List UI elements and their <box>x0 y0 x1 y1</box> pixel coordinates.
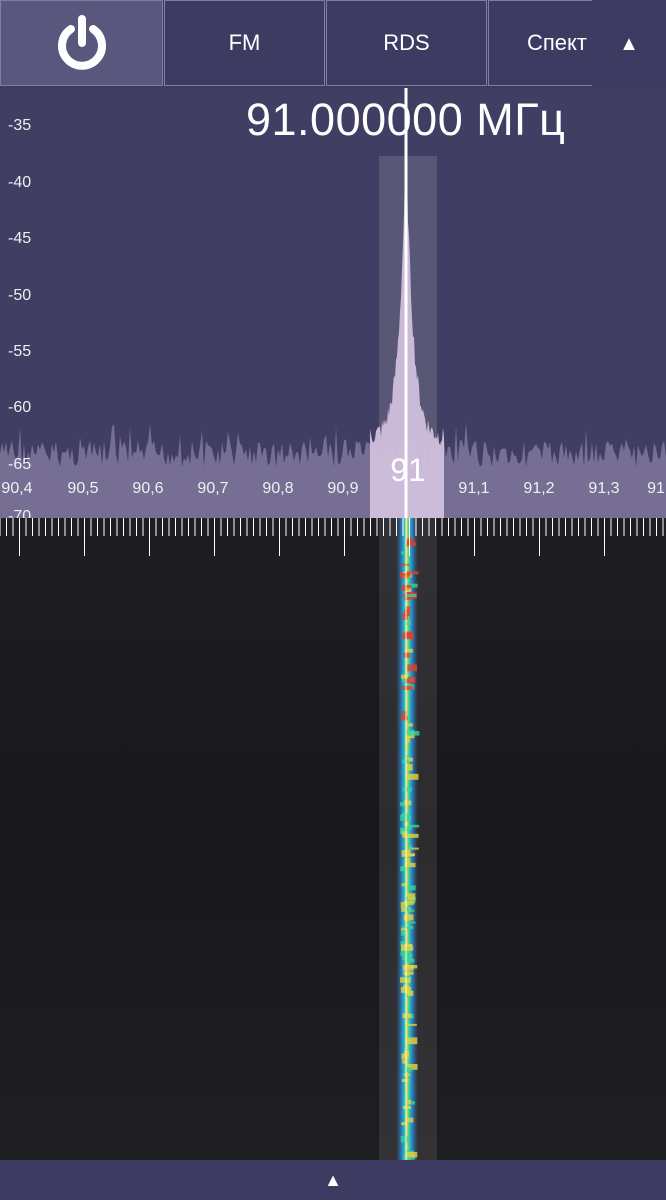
db-label: -60 <box>8 399 32 416</box>
db-label: -35 <box>8 117 32 134</box>
collapse-toolbar-button[interactable]: ▲ <box>592 0 666 88</box>
db-label: -65 <box>8 456 32 473</box>
signal-hotspot <box>400 802 405 807</box>
signal-hotspot <box>400 944 413 951</box>
signal-hotspot <box>406 921 416 924</box>
signal-hotspot <box>400 930 406 936</box>
signal-hotspot <box>403 1073 411 1076</box>
expand-icon[interactable]: ▲ <box>324 1170 342 1191</box>
signal-hotspot <box>406 1117 414 1123</box>
top-toolbar: FM RDS Спект ▲ <box>0 0 666 88</box>
signal-hotspot <box>407 1023 417 1026</box>
signal-hotspot <box>406 1099 411 1105</box>
noise-floor-trace <box>0 422 666 518</box>
frequency-readout[interactable]: 91.000000 МГц <box>246 94 565 146</box>
signal-hotspot <box>407 731 420 736</box>
frequency-label: 90,8 <box>262 480 294 497</box>
signal-hotspot <box>407 990 414 996</box>
db-label: -50 <box>8 287 32 304</box>
signal-hotspot <box>406 1070 412 1073</box>
signal-hotspot <box>402 1106 411 1110</box>
power-icon <box>57 15 106 70</box>
signal-hotspot <box>406 1152 418 1158</box>
spectrum-button[interactable]: Спект <box>488 0 598 86</box>
frequency-label: 90,7 <box>197 480 229 497</box>
signal-hotspot <box>406 965 418 969</box>
bottom-expand-bar[interactable]: ▲ <box>0 1160 666 1200</box>
rds-button[interactable]: RDS <box>326 0 487 86</box>
frequency-label: 90,5 <box>67 480 99 497</box>
signal-hotspot <box>401 1079 409 1082</box>
waterfall-plot <box>0 518 666 1160</box>
frequency-label: 90,4 <box>1 480 33 497</box>
signal-hotspot <box>406 588 412 592</box>
frequency-label: 90,9 <box>327 480 359 497</box>
signal-hotspot <box>403 621 411 626</box>
frequency-label: 91,2 <box>523 480 555 497</box>
signal-hotspot <box>402 953 413 960</box>
fm-button[interactable]: FM <box>164 0 325 86</box>
signal-hotspot <box>406 773 419 780</box>
frequency-ruler <box>0 518 664 556</box>
power-button[interactable] <box>0 0 163 86</box>
waterfall-display[interactable] <box>0 518 666 1160</box>
signal-hotspot <box>402 685 414 690</box>
frequency-label: 91 <box>647 480 665 497</box>
signal-hotspot <box>407 833 419 838</box>
signal-hotspot <box>405 1037 418 1045</box>
frequency-label: 91,3 <box>588 480 620 497</box>
signal-hotspot <box>407 824 420 828</box>
spectrum-plot <box>0 88 666 518</box>
frequency-label: 90,6 <box>132 480 164 497</box>
signal-hotspot <box>407 664 418 672</box>
signal-hotspot <box>401 674 408 679</box>
signal-hotspot <box>407 723 413 727</box>
signal-hotspot <box>403 971 414 975</box>
center-frequency-label: 91 <box>390 452 426 488</box>
signal-hotspot <box>400 1135 409 1143</box>
signal-hotspot <box>406 827 413 830</box>
frequency-label: 91,1 <box>458 480 490 497</box>
signal-hotspot <box>406 764 413 771</box>
db-label: -70 <box>8 508 32 518</box>
db-label: -45 <box>8 230 32 247</box>
signal-hotspot <box>407 893 416 901</box>
signal-hotspot <box>402 1013 412 1018</box>
signal-hotspot <box>407 845 412 850</box>
db-label: -40 <box>8 174 32 191</box>
signal-hotspot <box>400 866 406 872</box>
signal-hotspot <box>402 787 412 792</box>
signal-hotspot <box>402 632 414 640</box>
spectrum-panel[interactable]: 91.000000 МГц -35 -40 -45 -50 -55 -60 -6… <box>0 88 666 518</box>
db-label: -55 <box>8 343 32 360</box>
signal-hotspot <box>407 885 416 891</box>
signal-hotspot <box>402 613 408 620</box>
